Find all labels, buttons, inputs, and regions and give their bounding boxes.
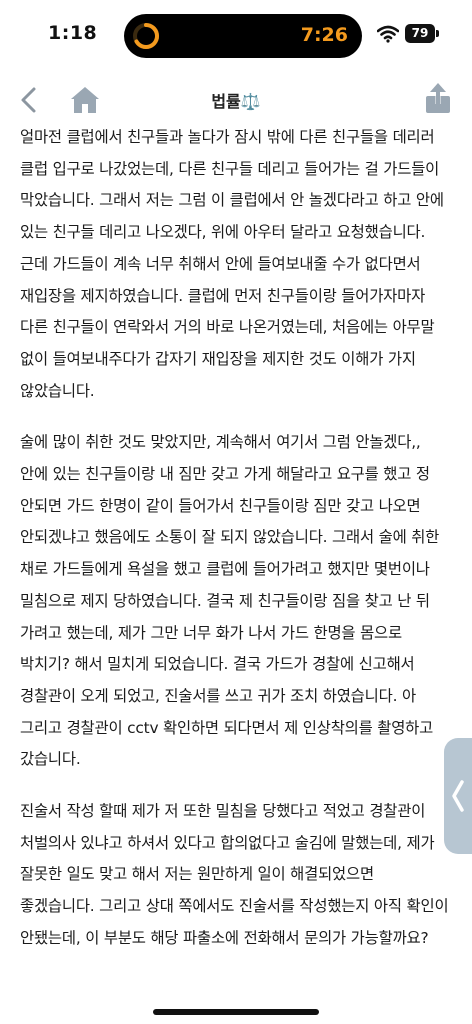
content-paragraph-2: 술에 많이 취한 것도 맞았지만, 계속해서 여기서 그럼 안놀겠다,, 안에 … — [20, 433, 440, 769]
share-icon — [426, 83, 450, 113]
page-title: 법률⚖️ — [211, 92, 261, 111]
island-timer: 7:26 — [300, 24, 348, 46]
dynamic-island[interactable]: 7:26 — [124, 14, 362, 58]
chevron-left-icon — [452, 780, 464, 812]
content-paragraph-3: 진술서 작성 할때 제가 저 또한 밀침을 당했다고 적었고 경찰관이 처벌의사… — [20, 802, 449, 947]
content-paragraph-1: 얼마전 클럽에서 친구들과 놀다가 잠시 밖에 다른 친구들을 데리러 클럽 입… — [20, 128, 444, 400]
battery-cap — [436, 30, 439, 37]
wifi-icon — [377, 25, 399, 43]
post-content: 얼마전 클럽에서 친구들과 놀다가 잠시 밖에 다른 친구들을 데리러 클럽 입… — [20, 122, 450, 975]
side-panel-handle[interactable] — [444, 738, 472, 854]
home-indicator[interactable] — [153, 1009, 319, 1015]
timer-ring-icon — [133, 22, 159, 49]
status-time: 1:18 — [48, 22, 98, 44]
share-button[interactable] — [422, 82, 454, 116]
navigation-bar: 법률⚖️ — [0, 74, 472, 126]
status-bar: 1:18 7:26 79 — [0, 0, 472, 72]
battery-indicator: 79 — [405, 24, 435, 43]
